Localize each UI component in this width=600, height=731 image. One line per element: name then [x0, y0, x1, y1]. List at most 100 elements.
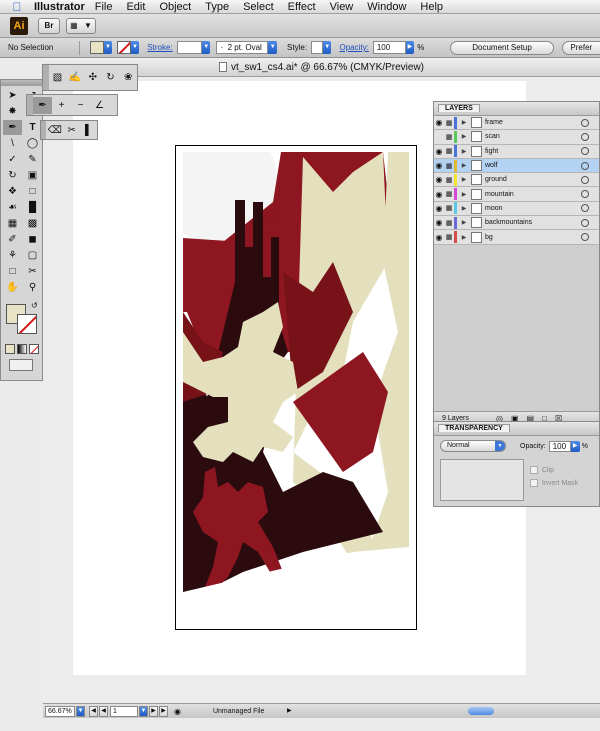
- artboard-dropdown[interactable]: ▼: [139, 705, 148, 717]
- disclosure-triangle-icon[interactable]: ▶: [460, 219, 468, 226]
- gradient-mode-icon[interactable]: [17, 344, 27, 354]
- visibility-eye-icon[interactable]: ◉: [434, 204, 444, 213]
- lock-toggle-icon[interactable]: ▦: [444, 190, 454, 198]
- lock-toggle-icon[interactable]: ▦: [444, 162, 454, 170]
- visibility-eye-icon[interactable]: ◉: [434, 147, 444, 156]
- target-circle-icon[interactable]: [581, 190, 589, 199]
- lock-toggle-icon[interactable]: ▦: [444, 219, 454, 227]
- version-cue-icon[interactable]: ◉: [174, 707, 181, 716]
- opacity-label[interactable]: Opacity:: [339, 43, 368, 52]
- pen-tool-icon[interactable]: ✒: [33, 96, 52, 114]
- opacity-dropdown[interactable]: ▶: [405, 41, 415, 54]
- twirl-tool-icon[interactable]: ✣: [84, 69, 102, 86]
- menu-select[interactable]: Select: [243, 1, 274, 13]
- mesh-tool-icon[interactable]: ▦: [3, 216, 22, 231]
- layer-row-backmountains[interactable]: ◉ ▦ ▶ backmountains: [434, 216, 599, 231]
- menu-help[interactable]: Help: [420, 1, 443, 13]
- bridge-button[interactable]: Br: [38, 17, 60, 34]
- disclosure-triangle-icon[interactable]: ▶: [460, 162, 468, 169]
- disclosure-triangle-icon[interactable]: ▶: [460, 148, 468, 155]
- lock-toggle-icon[interactable]: ▦: [444, 233, 454, 241]
- free-transform-tool-icon[interactable]: □: [23, 184, 42, 199]
- rotate-tool-icon[interactable]: ↻: [3, 168, 22, 183]
- menu-file[interactable]: File: [95, 1, 113, 13]
- stroke-weight-dropdown[interactable]: ▼: [201, 41, 211, 54]
- slice-tool-icon[interactable]: ✂: [23, 264, 42, 279]
- layer-row-mountain[interactable]: ◉ ▦ ▶ mountain: [434, 187, 599, 202]
- none-mode-icon[interactable]: [29, 344, 39, 354]
- scrollbar-thumb[interactable]: [468, 707, 494, 715]
- scale-tool-icon[interactable]: ▣: [23, 168, 42, 183]
- convert-anchor-tool-icon[interactable]: ∠: [90, 97, 109, 114]
- knife-tool-icon[interactable]: ▌: [80, 122, 97, 139]
- visibility-eye-icon[interactable]: ◉: [434, 161, 444, 170]
- style-swatch[interactable]: [311, 41, 323, 54]
- swap-arrows-icon[interactable]: ↺: [31, 301, 38, 310]
- eraser-tool-icon[interactable]: ⌫: [46, 122, 63, 139]
- layer-row-bg[interactable]: ◉ ▦ ▶ bg: [434, 230, 599, 245]
- warp-tool-icon[interactable]: ✍: [66, 69, 84, 86]
- layer-row-frame[interactable]: ◉ ▦ ▶ frame: [434, 116, 599, 131]
- fill-dropdown[interactable]: ▼: [103, 41, 113, 54]
- stroke-label[interactable]: Stroke:: [147, 43, 172, 52]
- visibility-eye-icon[interactable]: ◉: [434, 233, 444, 242]
- line-tool-icon[interactable]: \: [3, 136, 22, 151]
- visibility-eye-icon[interactable]: ◉: [434, 190, 444, 199]
- live-paint-selection-icon[interactable]: ▢: [23, 248, 42, 263]
- visibility-eye-icon[interactable]: ◉: [434, 118, 444, 127]
- next-artboard-button[interactable]: ▶: [149, 705, 158, 717]
- lock-toggle-icon[interactable]: ▦: [444, 147, 454, 155]
- lock-toggle-icon[interactable]: ▦: [444, 133, 454, 141]
- add-anchor-tool-icon[interactable]: +: [52, 97, 71, 114]
- stroke-swatch[interactable]: [117, 41, 131, 54]
- selection-tool-icon[interactable]: ➤: [3, 88, 22, 103]
- target-circle-icon[interactable]: [581, 204, 589, 213]
- lock-toggle-icon[interactable]: ▦: [444, 119, 454, 127]
- artboard-number-field[interactable]: 1: [110, 705, 138, 717]
- lock-toggle-icon[interactable]: ▦: [444, 176, 454, 184]
- disclosure-triangle-icon[interactable]: ▶: [460, 205, 468, 212]
- blend-mode-select[interactable]: Normal ▼: [440, 440, 506, 452]
- pucker-tool-icon[interactable]: ↻: [102, 69, 120, 86]
- disclosure-triangle-icon[interactable]: ▶: [460, 176, 468, 183]
- opacity-field[interactable]: 100: [372, 41, 406, 54]
- eyedropper-tool-icon[interactable]: ✐: [3, 232, 22, 247]
- gradient-tool-icon[interactable]: ▩: [23, 216, 42, 231]
- first-artboard-button[interactable]: ◀: [89, 705, 98, 717]
- layers-tab[interactable]: LAYERS: [438, 104, 480, 112]
- artboard-tool-icon[interactable]: □: [3, 264, 22, 279]
- pen-tool-icon[interactable]: ✒: [3, 120, 22, 135]
- delete-anchor-tool-icon[interactable]: −: [71, 97, 90, 114]
- warp-tool-icon[interactable]: ❖: [3, 184, 22, 199]
- transparency-opacity-dropdown[interactable]: ▶: [570, 440, 580, 452]
- invert-mask-checkbox[interactable]: Invert Mask: [530, 479, 578, 487]
- transparency-opacity-field[interactable]: 100: [548, 440, 571, 452]
- menu-type[interactable]: Type: [205, 1, 229, 13]
- menu-view[interactable]: View: [330, 1, 354, 13]
- stroke-color-box[interactable]: [17, 314, 37, 334]
- visibility-eye-icon[interactable]: ◉: [434, 218, 444, 227]
- stroke-weight-field[interactable]: [176, 41, 202, 54]
- apple-menu-icon[interactable]: : [8, 0, 26, 14]
- transparency-tab[interactable]: TRANSPARENCY: [438, 424, 510, 432]
- fill-swatch[interactable]: [90, 41, 104, 54]
- artwork[interactable]: [183, 152, 409, 606]
- target-circle-icon[interactable]: [581, 161, 589, 170]
- target-circle-icon[interactable]: [581, 233, 589, 242]
- target-circle-icon[interactable]: [581, 218, 589, 227]
- menu-effect[interactable]: Effect: [288, 1, 316, 13]
- screen-mode-icon[interactable]: [9, 359, 33, 371]
- disclosure-triangle-icon[interactable]: ▶: [460, 119, 468, 126]
- layer-row-moon[interactable]: ◉ ▦ ▶ moon: [434, 201, 599, 217]
- visibility-eye-icon[interactable]: ◉: [434, 175, 444, 184]
- target-circle-icon[interactable]: [581, 147, 589, 156]
- layer-row-ground[interactable]: ◉ ▦ ▶ ground: [434, 173, 599, 188]
- column-graph-tool-icon[interactable]: █: [23, 200, 42, 215]
- arrange-documents-button[interactable]: ▦ ▼: [66, 17, 96, 34]
- target-circle-icon[interactable]: [581, 118, 589, 127]
- horizontal-scrollbar[interactable]: [333, 707, 583, 715]
- paintbrush-tool-icon[interactable]: ✓: [3, 152, 22, 167]
- disclosure-triangle-icon[interactable]: ▶: [460, 234, 468, 241]
- preferences-button[interactable]: Prefer: [561, 40, 600, 55]
- live-paint-bucket-icon[interactable]: ⚘: [3, 248, 22, 263]
